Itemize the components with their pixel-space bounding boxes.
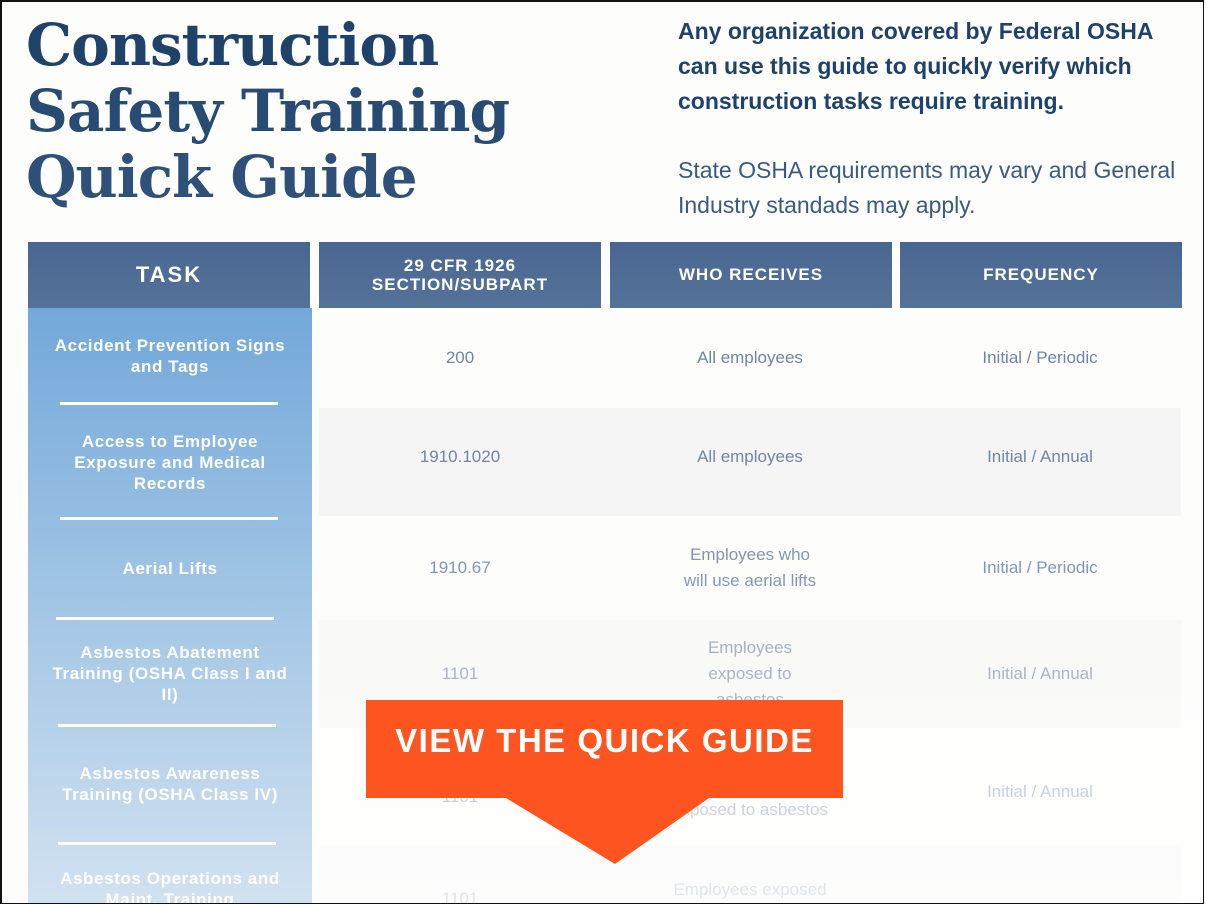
frequency-cell: Initial / Periodic <box>982 348 1098 367</box>
header-cfr: 29 CFR 1926 SECTION/SUBPART <box>319 242 601 308</box>
cfr-cell: 1910.67 <box>429 558 491 577</box>
guide-page: Construction Safety Training Quick Guide… <box>0 0 1204 904</box>
frequency-cell: Initial / Annual <box>987 664 1093 683</box>
frequency-cell: Initial / Annual <box>987 447 1093 466</box>
task-cell: Asbestos Abatement Training (OSHA Class … <box>52 642 288 704</box>
intro-note: State OSHA requirements may vary and Gen… <box>678 157 1176 218</box>
task-divider <box>58 842 276 845</box>
header-frequency: FREQUENCY <box>900 242 1182 308</box>
view-quick-guide-button[interactable]: VIEW THE QUICK GUIDE <box>366 700 843 864</box>
cfr-cell: 1910.1020 <box>419 447 501 466</box>
header-who-receives: WHO RECEIVES <box>610 242 892 308</box>
task-column: Accident Prevention Signs and Tags Acces… <box>28 308 312 904</box>
who-cell: All employees <box>697 348 803 367</box>
page-title: Construction Safety Training Quick Guide <box>26 11 510 211</box>
header-cfr-line1: 29 CFR 1926 <box>403 256 517 275</box>
cta-label: VIEW THE QUICK GUIDE <box>395 722 814 759</box>
intro-bold: Any organization covered by Federal OSHA… <box>678 18 1153 114</box>
task-divider <box>60 402 278 405</box>
table-row: 1910.67 Employees who will use aerial li… <box>319 516 1181 620</box>
who-cell: All employees <box>697 447 803 466</box>
task-divider <box>58 724 276 727</box>
header-task: TASK <box>28 242 310 308</box>
frequency-cell <box>899 846 1181 903</box>
table-row: 200 All employees Initial / Periodic <box>319 308 1181 408</box>
task-cell: Access to Employee Exposure and Medical … <box>74 431 266 493</box>
cfr-cell: 200 <box>445 348 475 367</box>
task-cell: Aerial Lifts <box>122 558 218 578</box>
title-line-1: Construction <box>26 11 439 79</box>
who-cell: Employees who will use aerial lifts <box>683 545 817 590</box>
task-cell: Asbestos Operations and Maint. Training <box>60 869 280 904</box>
title-line-2: Safety Training <box>26 77 510 145</box>
frequency-cell: Initial / Annual <box>987 782 1093 801</box>
task-cell: Accident Prevention Signs and Tags <box>54 336 286 376</box>
frequency-cell: Initial / Periodic <box>982 558 1098 577</box>
title-line-3: Quick Guide <box>26 143 418 211</box>
header-cfr-line2: SECTION/SUBPART <box>371 275 549 294</box>
task-cell: Asbestos Awareness Training (OSHA Class … <box>62 764 278 804</box>
table-row: 1910.1020 All employees Initial / Annual <box>319 408 1181 516</box>
intro-text: Any organization covered by Federal OSHA… <box>678 14 1188 223</box>
